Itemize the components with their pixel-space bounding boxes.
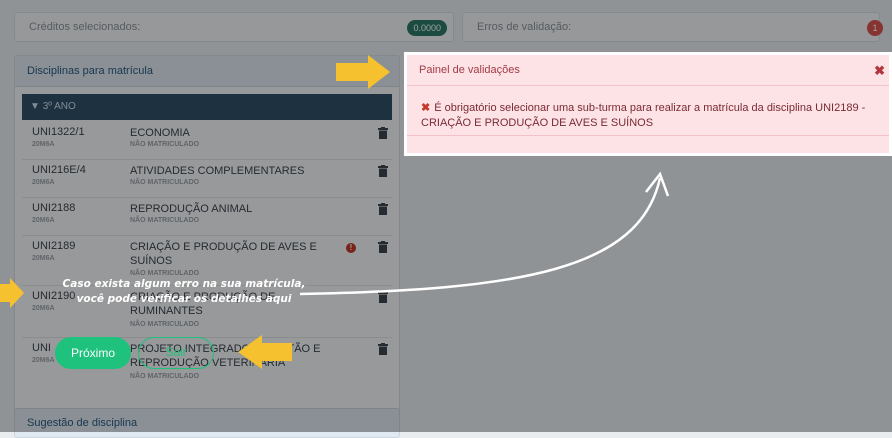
tutorial-graphics bbox=[0, 55, 670, 369]
next-button[interactable]: Próximo bbox=[55, 337, 131, 369]
yellow-arrow-left-icon bbox=[238, 335, 292, 369]
yellow-arrow-right-icon bbox=[336, 55, 390, 89]
yellow-arrow-left-edge-icon bbox=[0, 278, 24, 308]
exit-button[interactable]: Sair bbox=[138, 337, 214, 369]
tutorial-line-2: você pode verificar os detalhes aqui bbox=[76, 293, 292, 305]
curved-pointer-line bbox=[299, 177, 662, 296]
tutorial-text: Caso exista algum erro na sua matrícula,… bbox=[56, 277, 312, 307]
tutorial-line-1: Caso exista algum erro na sua matrícula, bbox=[62, 278, 306, 290]
